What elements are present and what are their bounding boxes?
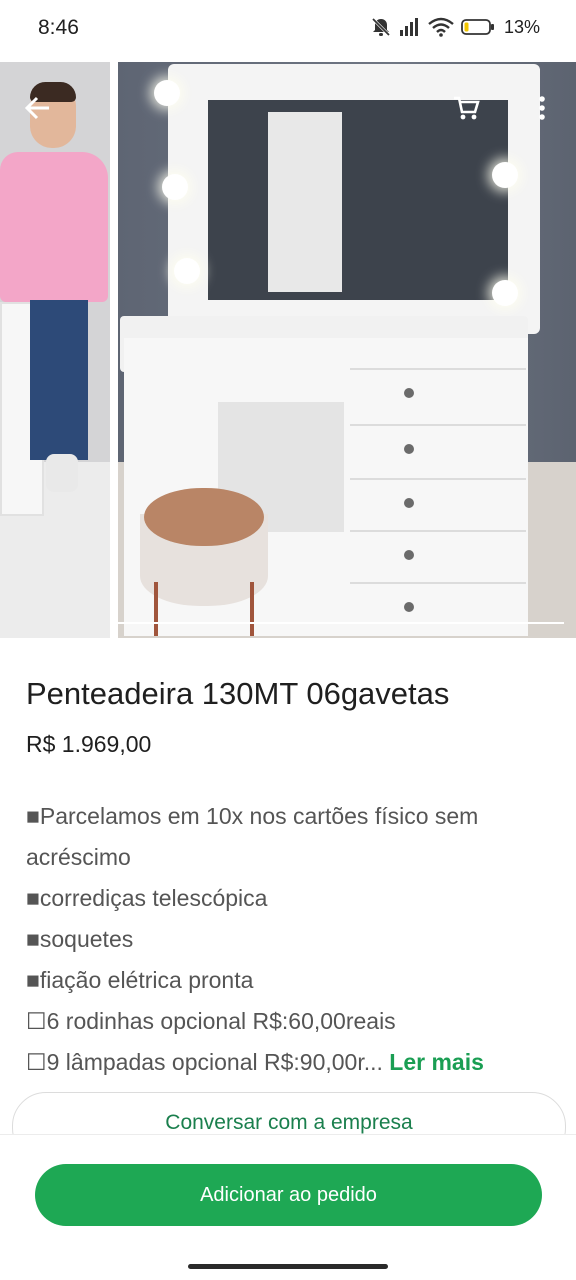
gallery-photo-previous[interactable] <box>0 62 110 638</box>
description-line: ☐9 lâmpadas opcional R$:90,00r... <box>26 1049 383 1075</box>
status-bar: 8:46 13% <box>0 0 576 58</box>
battery-icon <box>461 19 494 35</box>
description-line: ☐6 rodinhas opcional R$:60,00reais <box>26 1008 396 1034</box>
status-time: 8:46 <box>38 16 79 39</box>
product-description: ■Parcelamos em 10x nos cartões físico se… <box>26 796 546 1083</box>
description-line: ■fiação elétrica pronta <box>26 967 254 993</box>
description-line: ■Parcelamos em 10x nos cartões físico se… <box>26 803 479 829</box>
more-options-button[interactable] <box>522 88 562 128</box>
signal-icon <box>399 18 418 36</box>
back-button[interactable] <box>18 88 58 128</box>
description-line: acréscimo <box>26 844 131 870</box>
read-more-link[interactable]: Ler mais <box>389 1049 484 1075</box>
gallery-photo-current[interactable] <box>118 62 576 638</box>
description-line: ■corrediças telescópica <box>26 885 268 911</box>
battery-percent: 13% <box>503 16 540 37</box>
add-to-order-button[interactable]: Adicionar ao pedido <box>35 1164 542 1226</box>
description-line: ■soquetes <box>26 926 134 952</box>
product-image-gallery[interactable] <box>0 62 576 638</box>
product-price: R$ 1.969,00 <box>26 731 152 757</box>
cart-button[interactable] <box>446 88 486 128</box>
more-vertical-icon <box>539 96 545 120</box>
status-icons: 13% <box>370 16 540 38</box>
description-last-line: ☐9 lâmpadas opcional R$:90,00r... Ler ma… <box>26 1042 546 1083</box>
wifi-icon <box>428 17 454 37</box>
gallery-indicator <box>118 622 564 624</box>
notifications-off-icon <box>371 17 391 37</box>
cart-icon <box>454 96 480 120</box>
home-indicator[interactable] <box>188 1264 388 1269</box>
product-title: Penteadeira 130MT 06gavetas <box>26 676 450 711</box>
arrow-left-icon <box>24 96 49 120</box>
